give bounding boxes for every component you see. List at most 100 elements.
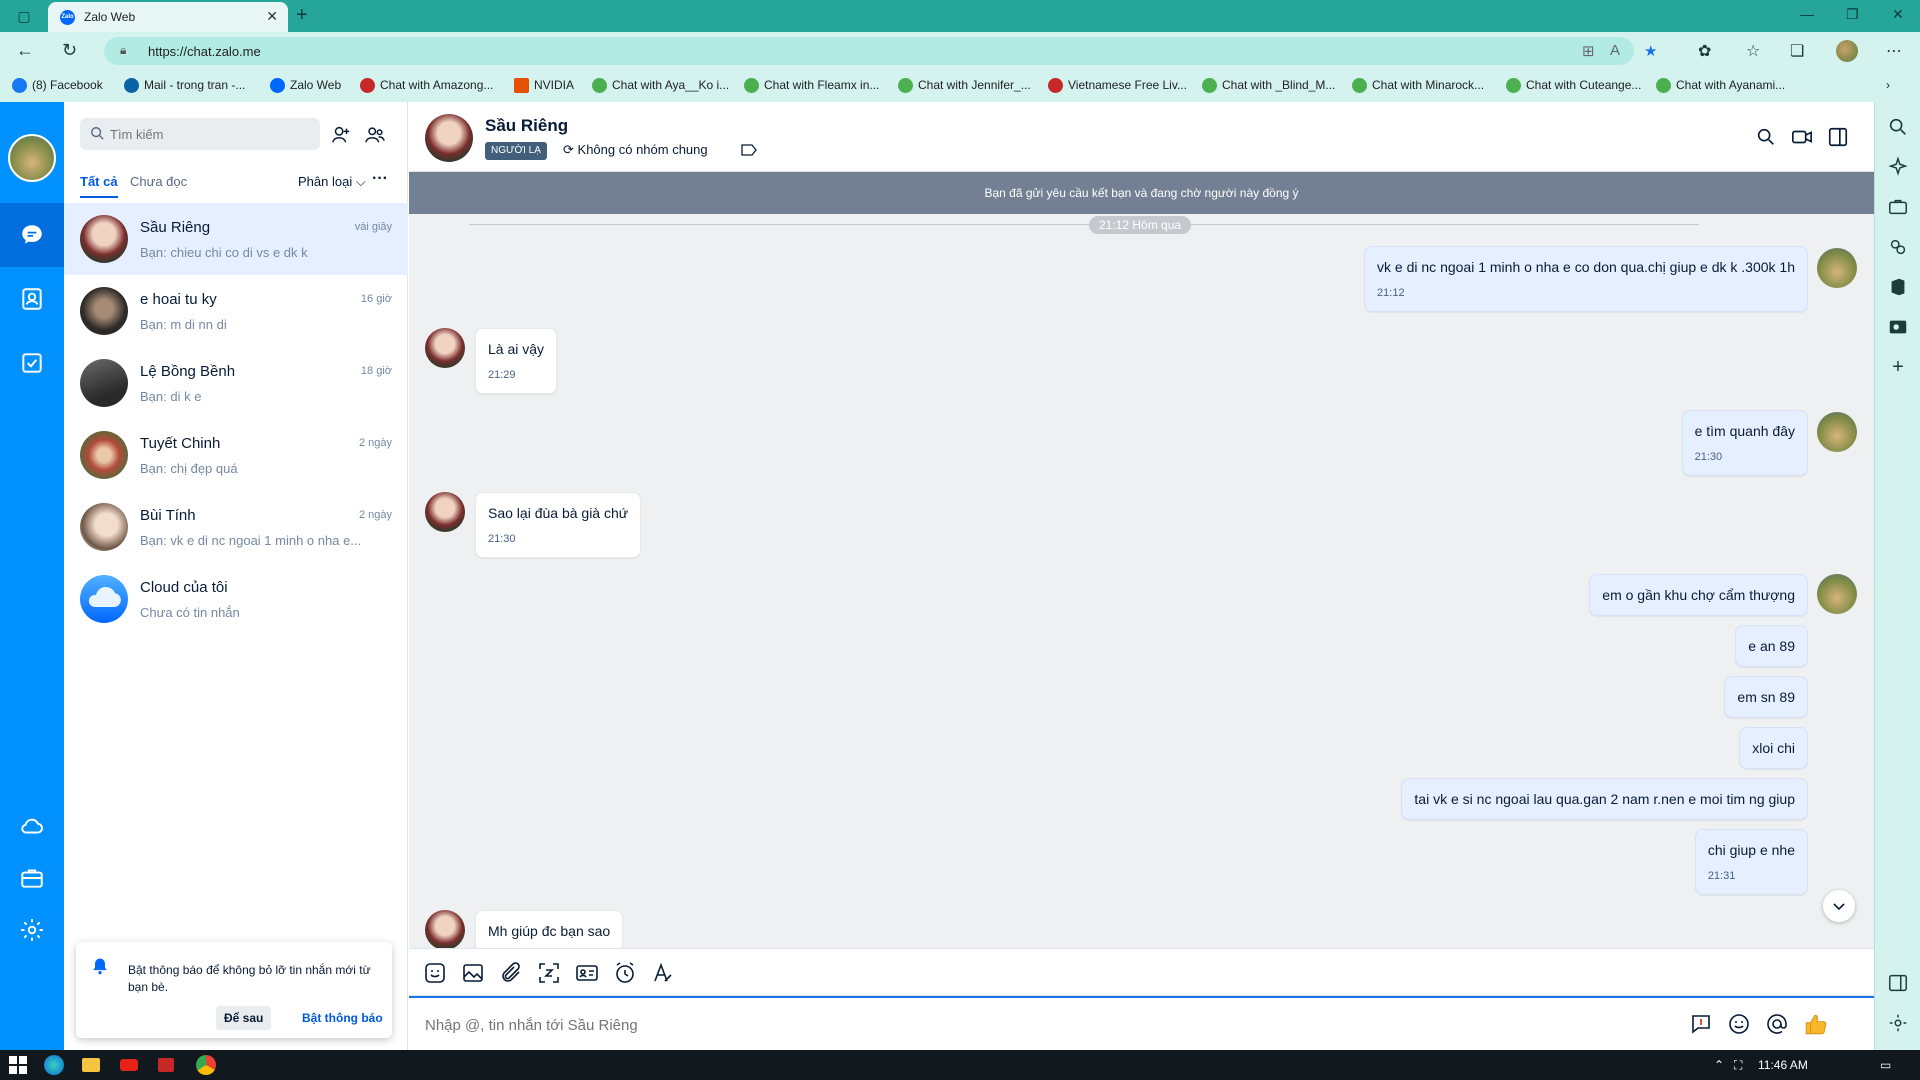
tray-overflow-icon[interactable]: ⌃ — [1714, 1058, 1724, 1072]
discover-icon[interactable] — [1887, 156, 1909, 178]
conversation-item[interactable]: Bùi Tính Bạn: vk e di nc ngoai 1 minh o … — [64, 491, 408, 563]
lock-icon[interactable]: 🔒︎ — [120, 43, 126, 58]
url-field[interactable]: 🔒︎ https://chat.zalo.me ⊞ A ★ — [104, 37, 1657, 65]
bookmark-item[interactable]: Chat with _Blind_M... — [1202, 78, 1335, 94]
office-icon[interactable] — [1887, 276, 1909, 298]
bookmark-item[interactable]: Chat with Minarock... — [1352, 78, 1484, 94]
bookmark-item[interactable]: NVIDIA — [514, 78, 574, 94]
conversation-item[interactable]: Cloud của tôi Chưa có tin nhắn — [64, 563, 408, 635]
conversation-item[interactable]: Tuyết Chinh Bạn: chị đẹp quá 2 ngày — [64, 419, 408, 491]
favorites-icon[interactable]: ☆ — [1746, 41, 1760, 61]
settings-gear-icon[interactable] — [0, 898, 64, 962]
favorite-star-icon[interactable]: ★ — [1644, 42, 1657, 60]
message-bubble-incoming[interactable]: Là ai vậy 21:29 — [475, 328, 558, 394]
todo-tab-icon[interactable] — [0, 331, 64, 395]
bookmark-item[interactable]: Chat with Ayanami... — [1656, 78, 1785, 94]
bookmark-item[interactable]: (8) Facebook — [12, 78, 103, 94]
new-tab-icon[interactable]: + — [296, 4, 308, 27]
chrome-icon[interactable] — [196, 1055, 216, 1075]
contact-avatar[interactable] — [425, 114, 473, 162]
file-explorer-icon[interactable] — [82, 1058, 100, 1072]
enable-notifications-button[interactable]: Bật thông báo — [296, 1006, 389, 1030]
bookmark-item[interactable]: Chat with Cuteange... — [1506, 78, 1641, 94]
youtube-icon[interactable] — [120, 1059, 138, 1071]
bookmark-item[interactable]: Chat with Amazong... — [360, 78, 493, 94]
message-bubble-incoming[interactable]: Mh giúp đc bạn sao — [475, 910, 624, 948]
message-bubble-outgoing[interactable]: e an 89 — [1735, 625, 1808, 667]
bookmark-item[interactable]: Vietnamese Free Liv... — [1048, 78, 1187, 94]
screenshot-icon[interactable] — [537, 961, 561, 985]
later-button[interactable]: Để sau — [216, 1006, 272, 1030]
attachment-icon[interactable] — [499, 961, 523, 985]
contacts-tab-icon[interactable] — [0, 267, 64, 331]
thumbs-up-icon[interactable] — [1803, 1012, 1829, 1038]
back-icon[interactable]: ← — [16, 40, 34, 61]
notifications-icon[interactable]: ▭ — [1880, 1058, 1891, 1072]
search-icon[interactable] — [1887, 116, 1909, 138]
message-bubble-outgoing[interactable]: em sn 89 — [1724, 676, 1808, 718]
tab-actions-icon[interactable]: ▢ — [14, 6, 34, 26]
scroll-to-bottom-button[interactable] — [1823, 890, 1855, 922]
message-input[interactable] — [425, 1014, 1625, 1036]
outlook-icon[interactable] — [1887, 316, 1909, 338]
message-bubble-outgoing[interactable]: xloi chi — [1739, 727, 1808, 769]
message-bubble-outgoing[interactable]: tai vk e si nc ngoai lau qua.gan 2 nam r… — [1401, 778, 1808, 820]
conversation-item[interactable]: e hoai tu ky Bạn: m di nn di 16 giờ — [64, 275, 408, 347]
image-icon[interactable] — [461, 961, 485, 985]
contact-name[interactable]: Sầu Riêng — [485, 116, 568, 136]
windows-start-icon[interactable] — [8, 1055, 28, 1075]
contact-avatar[interactable] — [425, 492, 465, 532]
conversation-item[interactable]: Lệ Bồng Bềnh Bạn: di k e 18 giờ — [64, 347, 408, 419]
message-bubble-outgoing[interactable]: em o gần khu chợ cẩm thượng — [1589, 574, 1808, 616]
conversation-info-icon[interactable] — [1827, 126, 1849, 148]
profile-avatar[interactable] — [1836, 40, 1858, 62]
sticker-icon[interactable] — [423, 961, 447, 985]
bookmark-item[interactable]: Chat with Fleamx in... — [744, 78, 879, 94]
reminder-clock-icon[interactable] — [613, 961, 637, 985]
search-box[interactable] — [80, 118, 320, 150]
more-options-icon[interactable]: ··· — [372, 170, 388, 188]
search-icon[interactable] — [1755, 126, 1777, 148]
bookmark-item[interactable]: Chat with Aya__Ko i... — [592, 78, 729, 94]
messages-tab-icon[interactable] — [0, 203, 64, 267]
minimize-icon[interactable]: — — [1800, 6, 1814, 22]
tools-icon[interactable] — [1887, 196, 1909, 218]
sidebar-settings-icon[interactable] — [1887, 1012, 1909, 1034]
quick-message-icon[interactable] — [1689, 1012, 1713, 1036]
close-tab-icon[interactable]: ✕ — [266, 8, 278, 25]
tab-all[interactable]: Tất cả — [80, 174, 118, 198]
edge-browser-icon[interactable] — [44, 1055, 64, 1075]
mention-icon[interactable] — [1765, 1012, 1789, 1036]
restore-icon[interactable]: ❐ — [1846, 6, 1859, 23]
bookmark-item[interactable]: Chat with Jennifer_... — [898, 78, 1031, 94]
search-input[interactable] — [110, 124, 310, 144]
browser-tab[interactable]: Zalo Zalo Web ✕ — [48, 2, 288, 32]
my-avatar[interactable] — [8, 134, 56, 182]
tab-unread[interactable]: Chưa đọc — [130, 174, 187, 189]
message-bubble-outgoing[interactable]: chi giup e nhe 21:31 — [1694, 829, 1808, 895]
read-aloud-icon[interactable]: A — [1610, 42, 1620, 59]
games-icon[interactable] — [1887, 236, 1909, 258]
message-bubble-outgoing[interactable]: e tìm quanh đây 21:30 — [1681, 410, 1808, 476]
emoji-icon[interactable] — [1727, 1012, 1751, 1036]
message-bubble-incoming[interactable]: Sao lại đùa bà già chứ 21:30 — [475, 492, 642, 558]
extensions-icon[interactable]: ✿ — [1698, 41, 1711, 61]
network-icon[interactable]: ⛶ — [1734, 1058, 1742, 1073]
tag-icon[interactable] — [741, 144, 757, 156]
conversation-item[interactable]: Sầu Riêng Bạn: chieu chi co di vs e dk k… — [64, 203, 408, 275]
hide-sidebar-icon[interactable] — [1887, 972, 1909, 994]
collections-icon[interactable]: ❏ — [1790, 41, 1804, 61]
bookmark-item[interactable]: Zalo Web — [270, 78, 341, 94]
add-sidebar-app-icon[interactable]: + — [1887, 356, 1909, 378]
settings-more-icon[interactable]: ⋯ — [1886, 41, 1902, 61]
contact-card-icon[interactable] — [575, 961, 599, 985]
apps-icon[interactable]: ⊞ — [1582, 42, 1595, 60]
refresh-icon[interactable]: ↻ — [62, 40, 77, 61]
close-window-icon[interactable]: ✕ — [1892, 6, 1904, 23]
clock[interactable]: 11:46 AM — [1758, 1058, 1808, 1072]
bookmarks-overflow-icon[interactable]: › — [1886, 78, 1890, 94]
classify-dropdown[interactable]: Phân loại ⌵ — [298, 174, 366, 190]
add-friend-icon[interactable] — [330, 124, 352, 146]
text-format-icon[interactable] — [651, 961, 675, 985]
contact-avatar[interactable] — [425, 328, 465, 368]
